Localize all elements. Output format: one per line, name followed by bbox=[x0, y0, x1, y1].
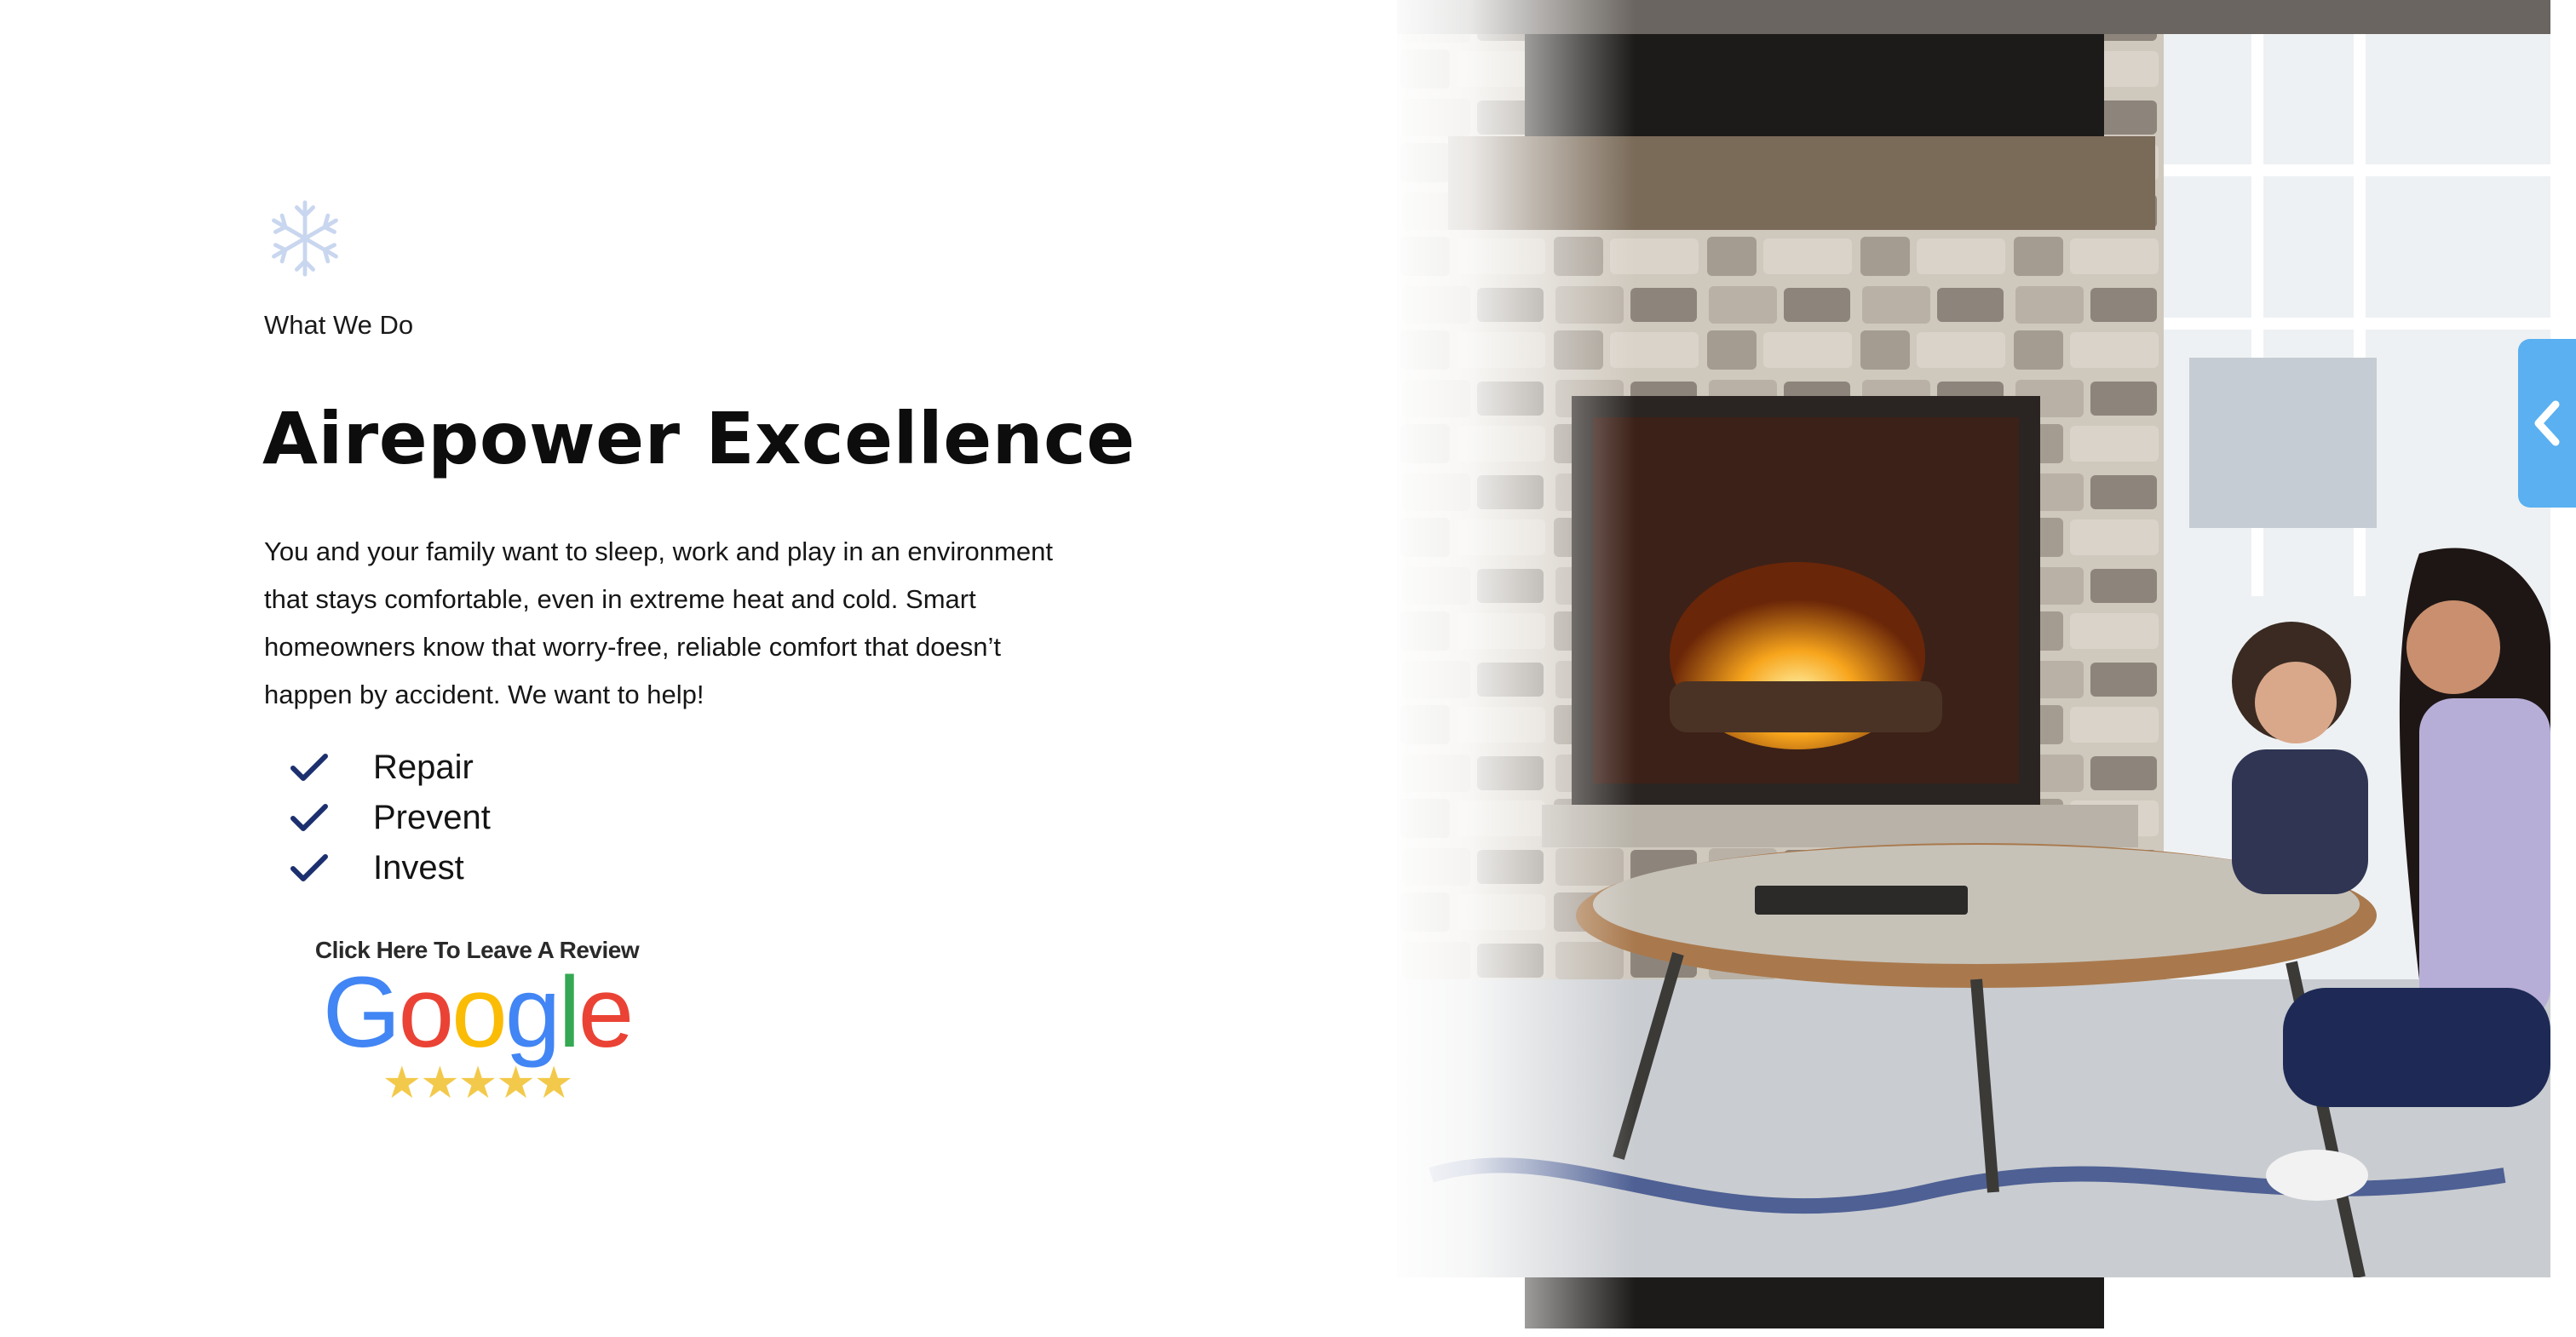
google-review-link[interactable]: Click Here To Leave A Review Google ★★★★… bbox=[313, 937, 641, 1124]
photo-fade-overlay bbox=[1380, 0, 1636, 1337]
section-body: You and your family want to sleep, work … bbox=[264, 537, 1053, 709]
checkmark-icon bbox=[290, 853, 328, 881]
checklist-item: Repair bbox=[290, 743, 491, 793]
checkmark-icon bbox=[290, 753, 328, 781]
snowflake-icon bbox=[272, 200, 338, 277]
checklist-label: Repair bbox=[373, 749, 474, 786]
chevron-left-icon bbox=[2534, 400, 2560, 446]
checkmark-icon bbox=[290, 803, 328, 831]
checklist-label: Invest bbox=[373, 849, 464, 887]
side-panel-toggle[interactable] bbox=[2518, 339, 2576, 508]
checklist-item: Prevent bbox=[290, 793, 491, 843]
checklist-label: Prevent bbox=[373, 799, 491, 836]
feature-checklist: Repair Prevent Invest bbox=[290, 743, 491, 893]
checklist-item: Invest bbox=[290, 843, 491, 893]
google-logo: Google bbox=[322, 956, 635, 1069]
section-eyebrow: What We Do bbox=[264, 310, 414, 340]
section-title: Airepower Excellence bbox=[262, 397, 1136, 480]
